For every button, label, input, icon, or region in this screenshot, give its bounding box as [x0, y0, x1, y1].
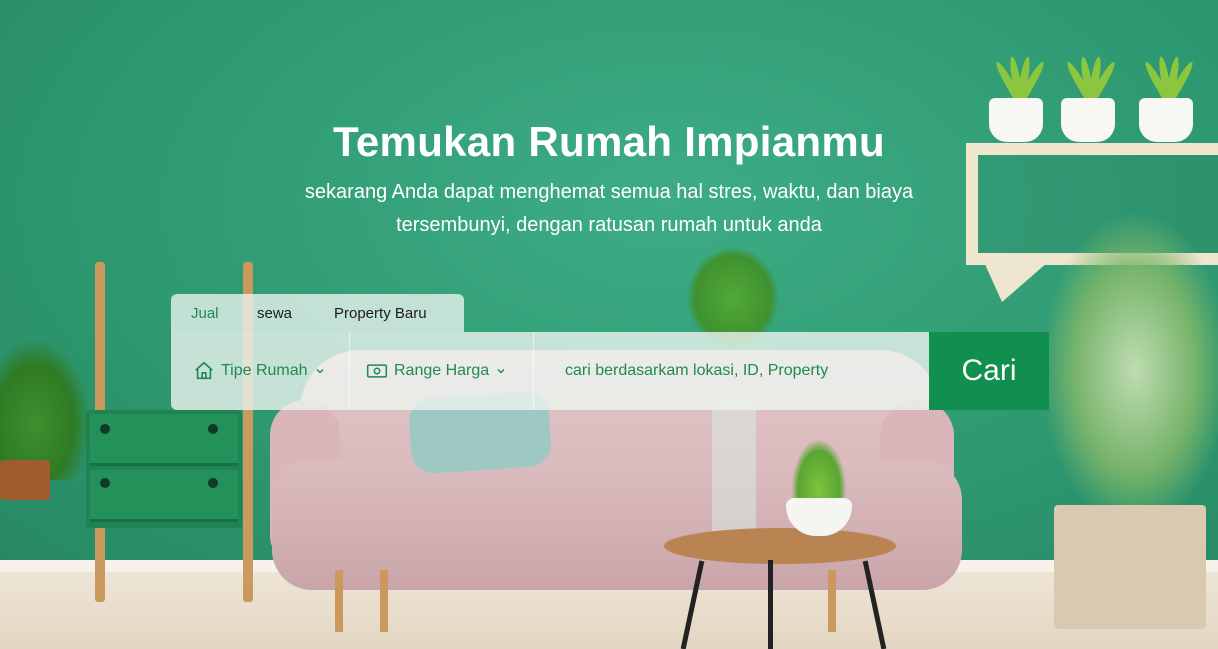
search-input[interactable]	[534, 332, 929, 410]
hero-subtitle-line-1: sekarang Anda dapat menghemat semua hal …	[304, 181, 914, 203]
tab-sewa[interactable]: sewa	[257, 305, 334, 322]
hero-title: Temukan Rumah Impianmu	[333, 118, 885, 165]
hero-subtitle-line-2: tersembunyi, dengan ratusan rumah untuk …	[396, 214, 822, 236]
shelf-plant-3	[1139, 50, 1199, 104]
wall-shelf-tail	[984, 262, 1048, 302]
chevron-down-icon	[496, 366, 506, 376]
money-icon	[366, 360, 388, 382]
plant-basket	[1054, 505, 1206, 629]
shelf-plant-1	[990, 50, 1050, 104]
range-harga-label: Range Harga	[394, 362, 490, 379]
side-cabinet	[86, 410, 242, 528]
range-harga-dropdown[interactable]: Range Harga	[350, 332, 534, 410]
table-leg	[768, 560, 773, 649]
sofa-leg	[335, 570, 343, 632]
left-plant	[0, 340, 90, 480]
left-pot	[0, 460, 50, 500]
search-bar: Tipe Rumah Range Harga	[171, 332, 929, 410]
small-plant	[792, 440, 846, 502]
sofa-leg	[828, 570, 836, 632]
search-button[interactable]: Cari	[929, 332, 1049, 410]
sofa-seat	[272, 460, 962, 590]
glass-vase	[712, 398, 756, 538]
home-icon	[193, 360, 215, 382]
sofa-leg	[380, 570, 388, 632]
hero-subtitle: sekarang Anda dapat menghemat semua hal …	[0, 176, 1218, 242]
tipe-rumah-dropdown[interactable]: Tipe Rumah	[171, 332, 350, 410]
shelf-plant-2	[1061, 50, 1121, 104]
coffee-table	[664, 528, 896, 564]
tipe-rumah-label: Tipe Rumah	[221, 362, 308, 379]
chevron-down-icon	[315, 366, 325, 376]
right-plant	[1040, 210, 1218, 530]
search-tabs: Jual sewa Property Baru	[171, 294, 464, 332]
tab-jual[interactable]: Jual	[191, 305, 257, 322]
tab-property-baru[interactable]: Property Baru	[334, 305, 427, 322]
